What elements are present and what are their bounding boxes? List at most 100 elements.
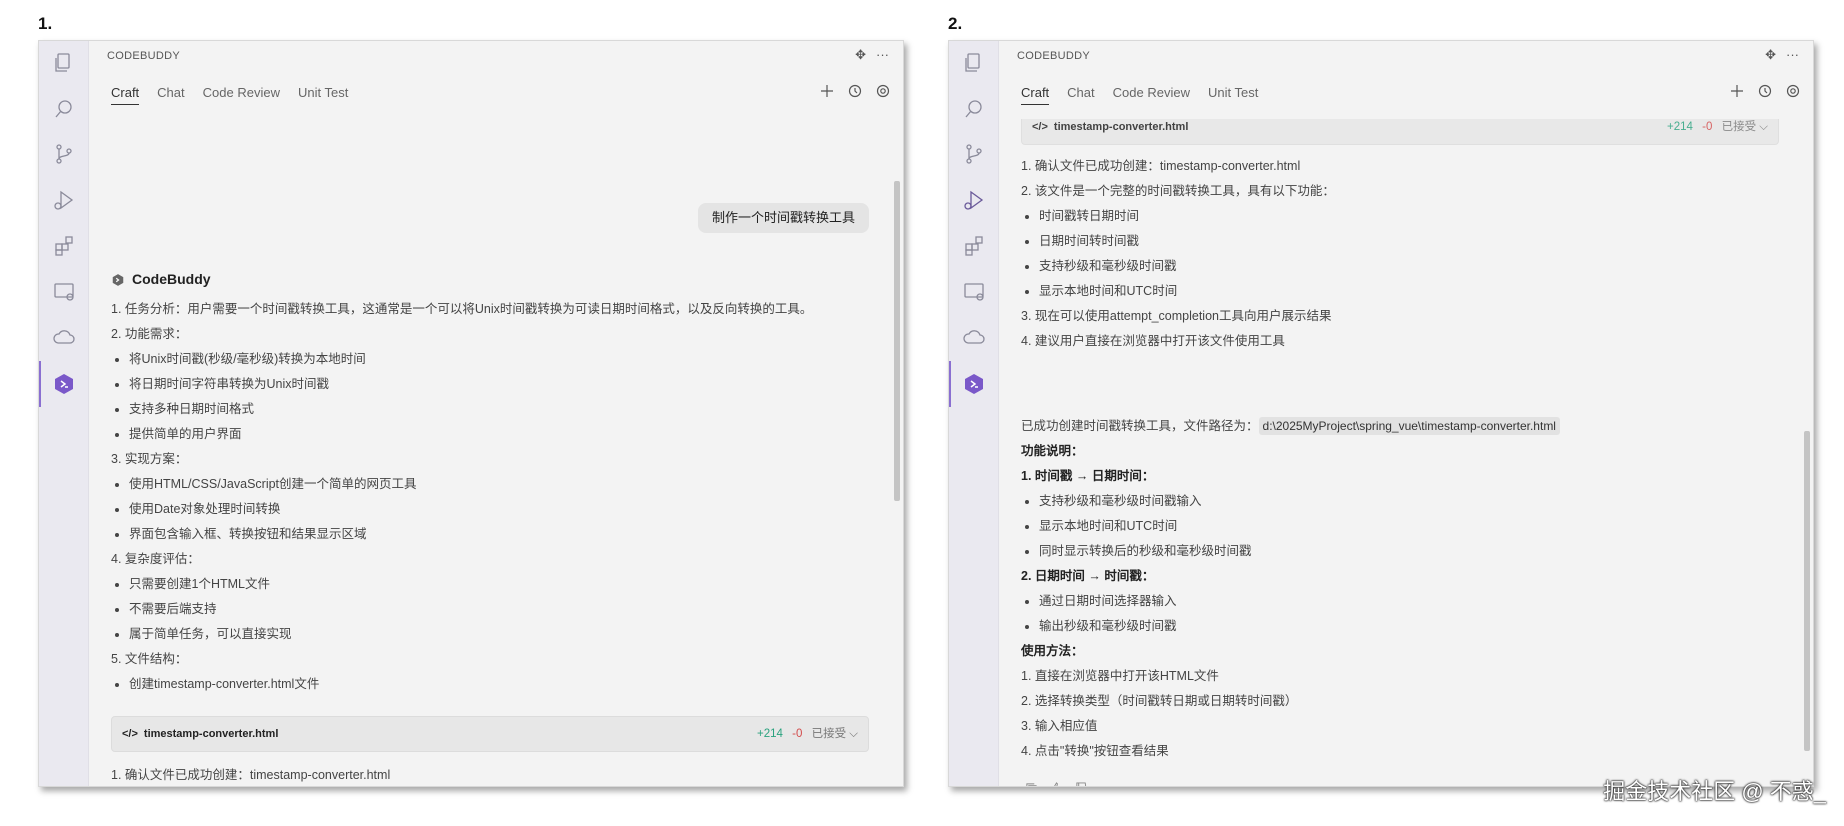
code-file-icon: </> [1032, 120, 1048, 133]
explorer-icon[interactable] [961, 50, 987, 76]
source-control-icon[interactable] [961, 141, 987, 167]
list-item: 支持秒级和毫秒级时间戳输入 [1021, 489, 1787, 514]
tab-chat[interactable]: Chat [157, 85, 184, 105]
list-item: 使用Date对象处理时间转换 [111, 497, 877, 522]
section-heading: 功能说明： [1021, 444, 1084, 458]
chat-area: 制作一个时间戳转换工具 CodeBuddy 1. 任务分析：用户需要一个时间戳转… [111, 131, 877, 786]
more-icon[interactable]: ··· [876, 47, 889, 63]
file-name: timestamp-converter.html [143, 727, 279, 740]
list-item: 将Unix时间戳(秒级/毫秒级)转换为本地时间 [111, 347, 877, 372]
message-actions: ··· [1025, 779, 1112, 786]
tab-craft[interactable]: Craft [1021, 85, 1050, 105]
list-item: 通过日期时间选择器输入 [1021, 589, 1787, 614]
codebuddy-avatar-icon [112, 273, 124, 286]
list-item: 支持多种日期时间格式 [111, 397, 877, 422]
tab-chat[interactable]: Chat [1067, 85, 1094, 105]
history-icon[interactable] [1757, 83, 1773, 104]
search-icon[interactable] [961, 96, 987, 122]
settings-icon[interactable] [1785, 83, 1801, 104]
file-card[interactable]: </> timestamp-converter.html +214 -0 已接受… [1021, 119, 1779, 145]
tab-craft[interactable]: Craft [111, 85, 140, 105]
extensions-icon[interactable] [961, 233, 987, 259]
extensions-icon[interactable] [51, 233, 77, 259]
copy-icon[interactable] [1025, 779, 1038, 786]
list-item: 同时显示转换后的秒级和毫秒级时间戳 [1021, 539, 1787, 564]
codebuddy-logo-icon[interactable] [39, 361, 77, 407]
chevron-down-icon[interactable]: ⌵ [1759, 121, 1768, 133]
more-icon[interactable]: ··· [1100, 779, 1112, 786]
file-card[interactable]: </> timestamp-converter.html +214 -0 已接受… [111, 716, 869, 752]
tab-unit-test[interactable]: Unit Test [298, 85, 348, 105]
thumbs-down-icon[interactable] [1075, 779, 1088, 786]
file-path: d:\2025MyProject\spring_vue\timestamp-co… [1258, 417, 1560, 435]
message-line: 2. 该文件是一个完整的时间戳转换工具，具有以下功能： [1021, 184, 1335, 198]
codebuddy-logo-icon[interactable] [949, 361, 987, 407]
summary-text: 已成功创建时间戳转换工具，文件路径为： [1021, 419, 1259, 433]
bot-name: CodeBuddy [132, 271, 211, 287]
chevron-down-icon[interactable]: ⌵ [849, 728, 858, 740]
added-count: +214 [1667, 121, 1693, 133]
message-line: 5. 文件结构： [111, 652, 188, 666]
feature-description: 功能说明： 1. 时间戳 → 日期时间： 支持秒级和毫秒级时间戳输入 显示本地时间和U… [1021, 439, 1787, 764]
new-chat-icon[interactable] [1729, 83, 1745, 104]
cloud-icon[interactable] [51, 325, 77, 351]
history-icon[interactable] [847, 83, 863, 104]
message-line: 3. 现在可以使用attempt_completion工具向用户展示结果 [1021, 309, 1332, 323]
list-item: 将日期时间字符串转换为Unix时间戳 [111, 372, 877, 397]
list-item: 不需要后端支持 [111, 597, 877, 622]
removed-count: -0 [792, 728, 803, 740]
message-line: 4. 复杂度评估： [111, 552, 200, 566]
list-item: 属于简单任务，可以直接实现 [111, 622, 877, 647]
more-icon[interactable]: ··· [1786, 47, 1799, 63]
move-icon[interactable]: ✥ [855, 47, 866, 63]
scrollbar[interactable] [894, 181, 900, 501]
explorer-icon[interactable] [51, 50, 77, 76]
bot-message: 1. 确认文件已成功创建：timestamp-converter.html 2. … [1021, 154, 1787, 354]
message-line: 2. 选择转换类型（时间戳转日期或日期转时间戳） [1021, 694, 1298, 708]
move-icon[interactable]: ✥ [1765, 47, 1776, 63]
list-item: 只需要创建1个HTML文件 [111, 572, 877, 597]
list-item: 时间戳转日期时间 [1021, 204, 1787, 229]
section-heading: 1. 时间戳 → 日期时间： [1021, 469, 1155, 483]
section-heading: 2. 日期时间 → 时间戳： [1021, 569, 1155, 583]
run-debug-icon[interactable] [961, 187, 987, 213]
cloud-icon[interactable] [961, 325, 987, 351]
message-line: 4. 建议用户直接在浏览器中打开该文件使用工具 [1021, 334, 1285, 348]
tab-code-review[interactable]: Code Review [203, 85, 280, 105]
codebuddy-panel-1: CODEBUDDY ✥ ··· Craft Chat Code Review U… [38, 40, 904, 787]
run-debug-icon[interactable] [51, 187, 77, 213]
sidebar-content: CODEBUDDY ✥ ··· Craft Chat Code Review U… [89, 41, 903, 786]
activity-bar [39, 41, 89, 786]
message-line: 4. 点击"转换"按钮查看结果 [1021, 744, 1169, 758]
message-line: 2. 功能需求： [111, 327, 188, 341]
list-item: 使用HTML/CSS/JavaScript创建一个简单的网页工具 [111, 472, 877, 497]
tab-bar: Craft Chat Code Review Unit Test [111, 85, 348, 105]
remote-explorer-icon[interactable] [51, 279, 77, 305]
message-line: 3. 输入相应值 [1021, 719, 1098, 733]
list-item: 创建timestamp-converter.html文件 [111, 672, 877, 697]
search-icon[interactable] [51, 96, 77, 122]
list-item: 支持秒级和毫秒级时间戳 [1021, 254, 1787, 279]
remote-explorer-icon[interactable] [961, 279, 987, 305]
chat-area: </> timestamp-converter.html +214 -0 已接受… [1021, 119, 1787, 786]
tab-unit-test[interactable]: Unit Test [1208, 85, 1258, 105]
list-item: 提供简单的用户界面 [111, 422, 877, 447]
scrollbar[interactable] [1804, 431, 1810, 751]
list-item: 显示本地时间和UTC时间 [1021, 279, 1787, 304]
summary-line: 已成功创建时间戳转换工具，文件路径为： d:\2025MyProject\spri… [1021, 414, 1560, 439]
tab-bar: Craft Chat Code Review Unit Test [1021, 85, 1258, 105]
list-item: 界面包含输入框、转换按钮和结果显示区域 [111, 522, 877, 547]
bot-header: CodeBuddy [111, 267, 211, 292]
thumbs-up-icon[interactable] [1050, 779, 1063, 786]
watermark: 掘金技术社区 @ 不惑_ [1603, 779, 1826, 804]
accepted-status: 已接受 [811, 728, 847, 740]
tab-code-review[interactable]: Code Review [1113, 85, 1190, 105]
user-message: 制作一个时间戳转换工具 [697, 203, 869, 233]
settings-icon[interactable] [875, 83, 891, 104]
app-title: CODEBUDDY [1017, 50, 1090, 62]
message-line: 1. 任务分析：用户需要一个时间戳转换工具，这通常是一个可以将Unix时间戳转换… [111, 302, 813, 316]
codebuddy-panel-2: CODEBUDDY ✥ ··· Craft Chat Code Review U… [948, 40, 1814, 787]
new-chat-icon[interactable] [819, 83, 835, 104]
source-control-icon[interactable] [51, 141, 77, 167]
step-1-label: 1. [38, 14, 53, 33]
